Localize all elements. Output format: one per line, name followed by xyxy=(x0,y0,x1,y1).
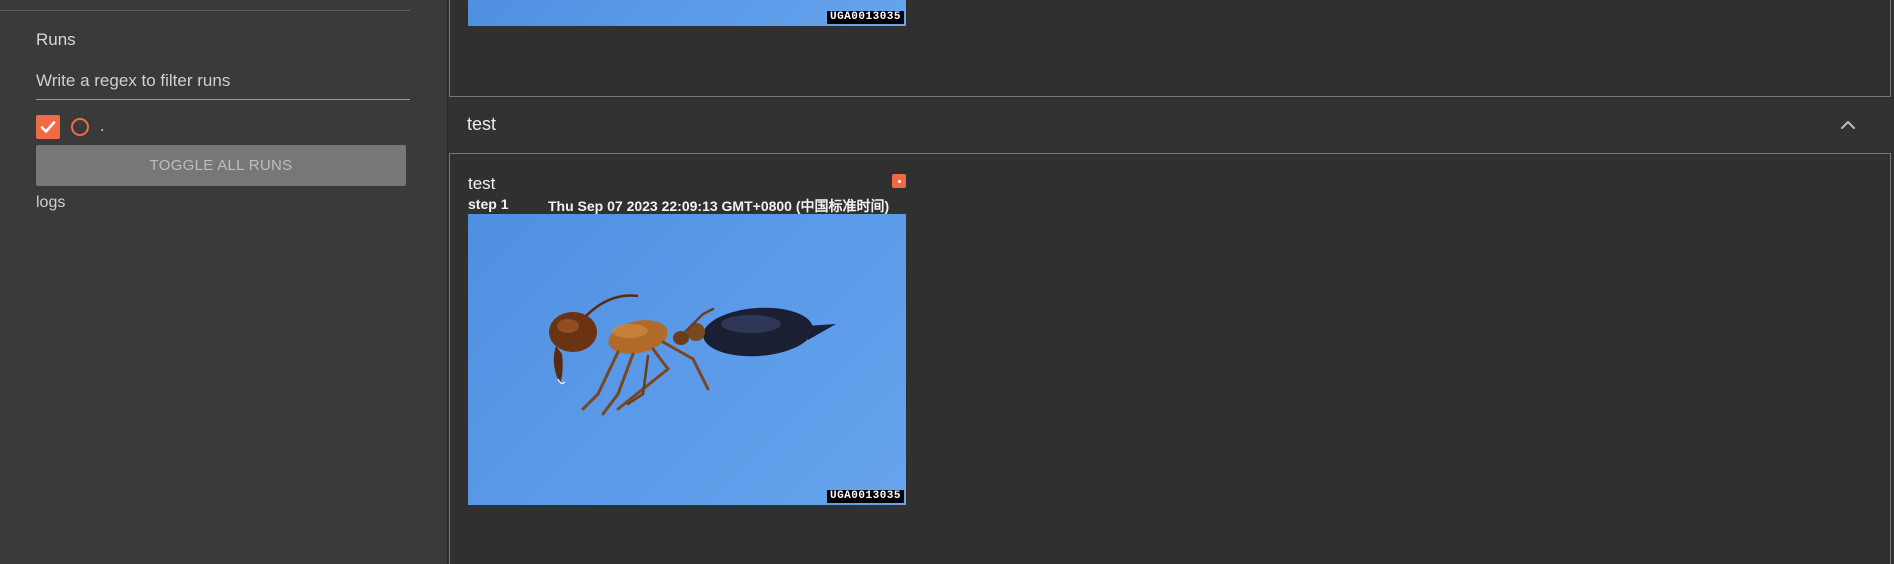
run-label: . xyxy=(100,118,105,135)
section-header[interactable]: test xyxy=(448,99,1894,151)
toggle-all-runs-button[interactable]: TOGGLE ALL RUNS xyxy=(36,145,406,186)
expand-image-button[interactable] xyxy=(892,174,906,188)
step-text: step xyxy=(468,196,497,212)
image-frame: UGA0013035 xyxy=(468,214,906,505)
ant-image xyxy=(549,294,836,416)
runs-title: Runs xyxy=(36,30,76,49)
sidebar: Runs . TOGGLE ALL RUNS logs xyxy=(0,0,448,564)
image-frame: UGA0013035 xyxy=(468,0,906,26)
chevron-up-icon[interactable] xyxy=(1838,115,1858,135)
main-panel: UGA0013035 test test step 1 Thu Sep 07 2… xyxy=(448,0,1894,564)
step-value: 1 xyxy=(500,196,509,212)
image-thumbnail[interactable]: UGA0013035 xyxy=(468,214,906,505)
divider xyxy=(0,10,410,11)
image-card-previous: UGA0013035 xyxy=(449,0,1891,97)
run-item: . xyxy=(36,115,104,139)
checkmark-icon xyxy=(40,121,56,133)
image-watermark: UGA0013035 xyxy=(826,490,904,503)
timestamp: Thu Sep 07 2023 22:09:13 GMT+0800 (中国标准时… xyxy=(548,198,890,214)
dot-icon xyxy=(897,179,901,183)
section-title: test xyxy=(467,114,497,134)
logs-label: logs xyxy=(36,194,66,211)
run-filter-input[interactable] xyxy=(36,68,410,100)
card-title: test xyxy=(468,174,496,193)
image-thumbnail[interactable]: UGA0013035 xyxy=(468,0,906,26)
run-checkbox[interactable] xyxy=(36,115,60,139)
image-card: test step 1 Thu Sep 07 2023 22:09:13 GMT… xyxy=(449,153,1891,564)
image-watermark: UGA0013035 xyxy=(826,11,904,24)
run-color-radio-icon[interactable] xyxy=(71,118,89,136)
step-label: step 1 xyxy=(468,196,508,212)
